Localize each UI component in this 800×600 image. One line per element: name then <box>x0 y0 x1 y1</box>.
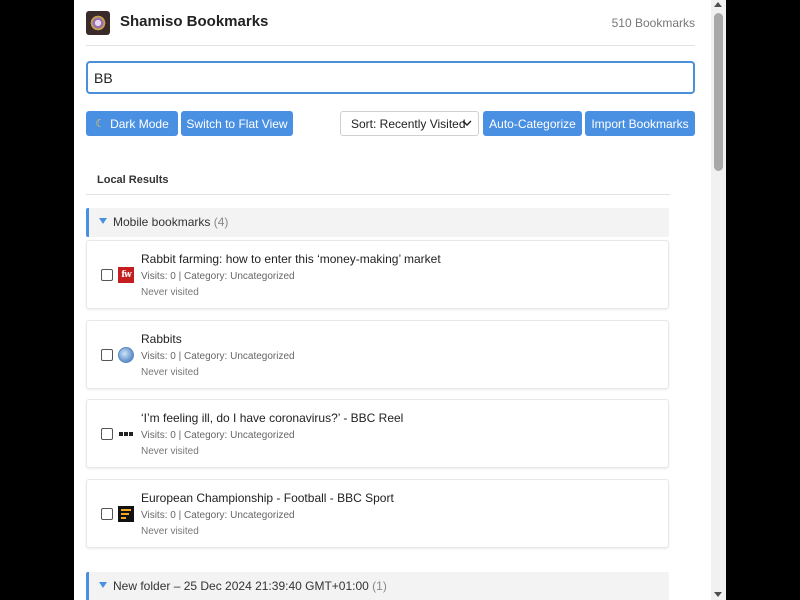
sort-label: Sort: Recently Visited <box>351 116 466 131</box>
bookmark-meta: Visits: 0 | Category: Uncategorized <box>141 510 295 521</box>
bookmark-checkbox[interactable] <box>101 428 113 440</box>
header: Shamiso Bookmarks 510 Bookmarks <box>86 10 695 46</box>
bookmark-checkbox[interactable] <box>101 508 113 520</box>
bookmark-title[interactable]: ‘I’m feeling ill, do I have coronavirus?… <box>141 411 403 425</box>
farmers-weekly-icon: fw <box>118 267 134 283</box>
scroll-up-arrow-icon[interactable] <box>714 2 722 7</box>
moon-icon: ☾ <box>95 118 106 130</box>
folder-mobile-bookmarks[interactable]: Mobile bookmarks (4) <box>86 208 669 237</box>
bookmark-item[interactable]: fw Rabbit farming: how to enter this ‘mo… <box>86 240 669 309</box>
flat-view-button[interactable]: Switch to Flat View <box>181 111 293 136</box>
bookmark-checkbox[interactable] <box>101 269 113 281</box>
bookmark-item[interactable]: Rabbits Visits: 0 | Category: Uncategori… <box>86 320 669 389</box>
dark-mode-label: Dark Mode <box>110 116 169 131</box>
bookmark-checkbox[interactable] <box>101 349 113 361</box>
folder-count: (1) <box>372 579 387 593</box>
search-input[interactable] <box>86 61 695 94</box>
scroll-down-arrow-icon[interactable] <box>714 592 722 597</box>
bookmark-title[interactable]: Rabbit farming: how to enter this ‘money… <box>141 252 441 266</box>
folder-name: New folder – 25 Dec 2024 21:39:40 GMT+01… <box>113 579 387 593</box>
import-bookmarks-button[interactable]: Import Bookmarks <box>585 111 695 136</box>
bookmark-meta: Visits: 0 | Category: Uncategorized <box>141 430 295 441</box>
app-logo-icon <box>86 11 110 35</box>
folder-expand-icon[interactable] <box>99 582 107 588</box>
app-title: Shamiso Bookmarks <box>120 13 269 30</box>
bbc-icon <box>118 426 134 442</box>
bookmark-meta: Visits: 0 | Category: Uncategorized <box>141 271 295 282</box>
bookmark-visited: Never visited <box>141 446 199 457</box>
sort-select[interactable]: Sort: Recently Visited <box>340 111 479 136</box>
bookmark-title[interactable]: European Championship - Football - BBC S… <box>141 491 394 505</box>
section-title: Local Results <box>97 174 169 186</box>
popup-content: Shamiso Bookmarks 510 Bookmarks ☾ Dark M… <box>74 0 711 600</box>
scrollbar[interactable] <box>711 0 726 600</box>
bookmarks-popup: Shamiso Bookmarks 510 Bookmarks ☾ Dark M… <box>74 0 726 600</box>
bookmark-meta: Visits: 0 | Category: Uncategorized <box>141 351 295 362</box>
bookmark-visited: Never visited <box>141 526 199 537</box>
folder-name: Mobile bookmarks (4) <box>113 215 229 229</box>
bookmark-item[interactable]: European Championship - Football - BBC S… <box>86 479 669 548</box>
auto-categorize-button[interactable]: Auto-Categorize <box>483 111 582 136</box>
scrollbar-thumb[interactable] <box>714 13 723 171</box>
folder-new-folder[interactable]: New folder – 25 Dec 2024 21:39:40 GMT+01… <box>86 572 669 600</box>
bookmark-title[interactable]: Rabbits <box>141 332 182 346</box>
globe-icon <box>118 347 134 363</box>
folder-expand-icon[interactable] <box>99 218 107 224</box>
local-results-heading: Local Results <box>86 168 670 195</box>
bookmark-visited: Never visited <box>141 367 199 378</box>
bbc-sport-icon <box>118 506 134 522</box>
folder-count: (4) <box>213 215 229 229</box>
bookmark-item[interactable]: ‘I’m feeling ill, do I have coronavirus?… <box>86 399 669 468</box>
bookmark-count: 510 Bookmarks <box>611 16 695 30</box>
dark-mode-button[interactable]: ☾ Dark Mode <box>86 111 178 136</box>
bookmark-visited: Never visited <box>141 287 199 298</box>
chevron-down-icon <box>462 120 472 126</box>
